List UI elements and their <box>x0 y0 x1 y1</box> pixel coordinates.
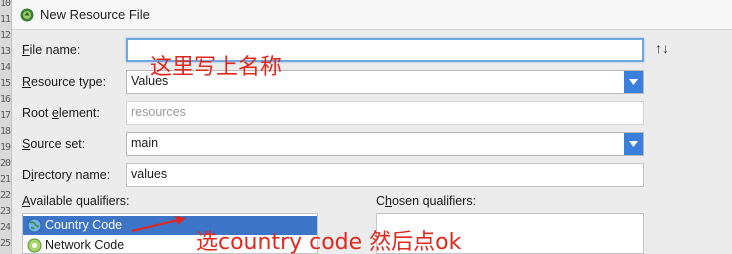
line-number: 13 <box>0 46 11 57</box>
list-item-label: Country Code <box>45 218 123 232</box>
directory-name-label: Directory name: <box>22 168 111 182</box>
source-set-value: main <box>131 136 159 150</box>
line-number: 11 <box>0 14 11 25</box>
line-number: 24 <box>0 222 11 233</box>
chosen-qualifiers-label: Chosen qualifiers: <box>376 194 477 208</box>
file-name-label: File name: <box>22 43 81 57</box>
line-number: 20 <box>0 158 11 169</box>
line-number: 21 <box>0 174 11 185</box>
globe-icon <box>27 218 42 233</box>
line-number: 14 <box>0 62 11 73</box>
source-set-dropdown[interactable]: main <box>126 132 644 156</box>
new-resource-file-dialog: New Resource File File name: ↑↓ Resource… <box>12 0 732 254</box>
sort-icon[interactable]: ↑↓ <box>655 40 669 56</box>
line-number: 19 <box>0 142 11 153</box>
android-studio-icon <box>20 8 34 22</box>
root-element-label: Root element: <box>22 106 100 120</box>
directory-name-input[interactable]: values <box>126 163 644 187</box>
list-item-label: Network Code <box>45 238 125 252</box>
line-number: 18 <box>0 126 11 137</box>
line-number: 12 <box>0 30 11 41</box>
annotation-choose-hint: 选country code 然后点ok <box>196 230 462 254</box>
annotation-arrow <box>131 216 186 232</box>
source-set-label: Source set: <box>22 137 86 151</box>
line-number: 15 <box>0 78 11 89</box>
resource-type-dropdown-arrow[interactable] <box>624 71 643 93</box>
line-number: 23 <box>0 206 11 217</box>
annotation-name-hint: 这里写上名称 <box>150 55 283 80</box>
window-title: New Resource File <box>40 7 150 22</box>
editor-gutter: 10 11 12 13 14 15 16 17 18 19 20 21 22 2… <box>0 0 12 254</box>
line-number: 10 <box>0 0 11 9</box>
network-icon <box>27 238 42 253</box>
source-set-dropdown-arrow[interactable] <box>624 133 643 155</box>
line-number: 22 <box>0 190 11 201</box>
title-bar[interactable]: New Resource File <box>12 0 732 30</box>
root-element-input[interactable]: resources <box>126 101 644 125</box>
line-number: 17 <box>0 110 11 121</box>
chevron-down-icon <box>629 141 638 147</box>
line-number: 16 <box>0 94 11 105</box>
available-qualifiers-label: Available qualifiers: <box>22 194 130 208</box>
chevron-down-icon <box>629 79 638 85</box>
line-number: 25 <box>0 238 11 249</box>
resource-type-label: Resource type: <box>22 75 107 89</box>
